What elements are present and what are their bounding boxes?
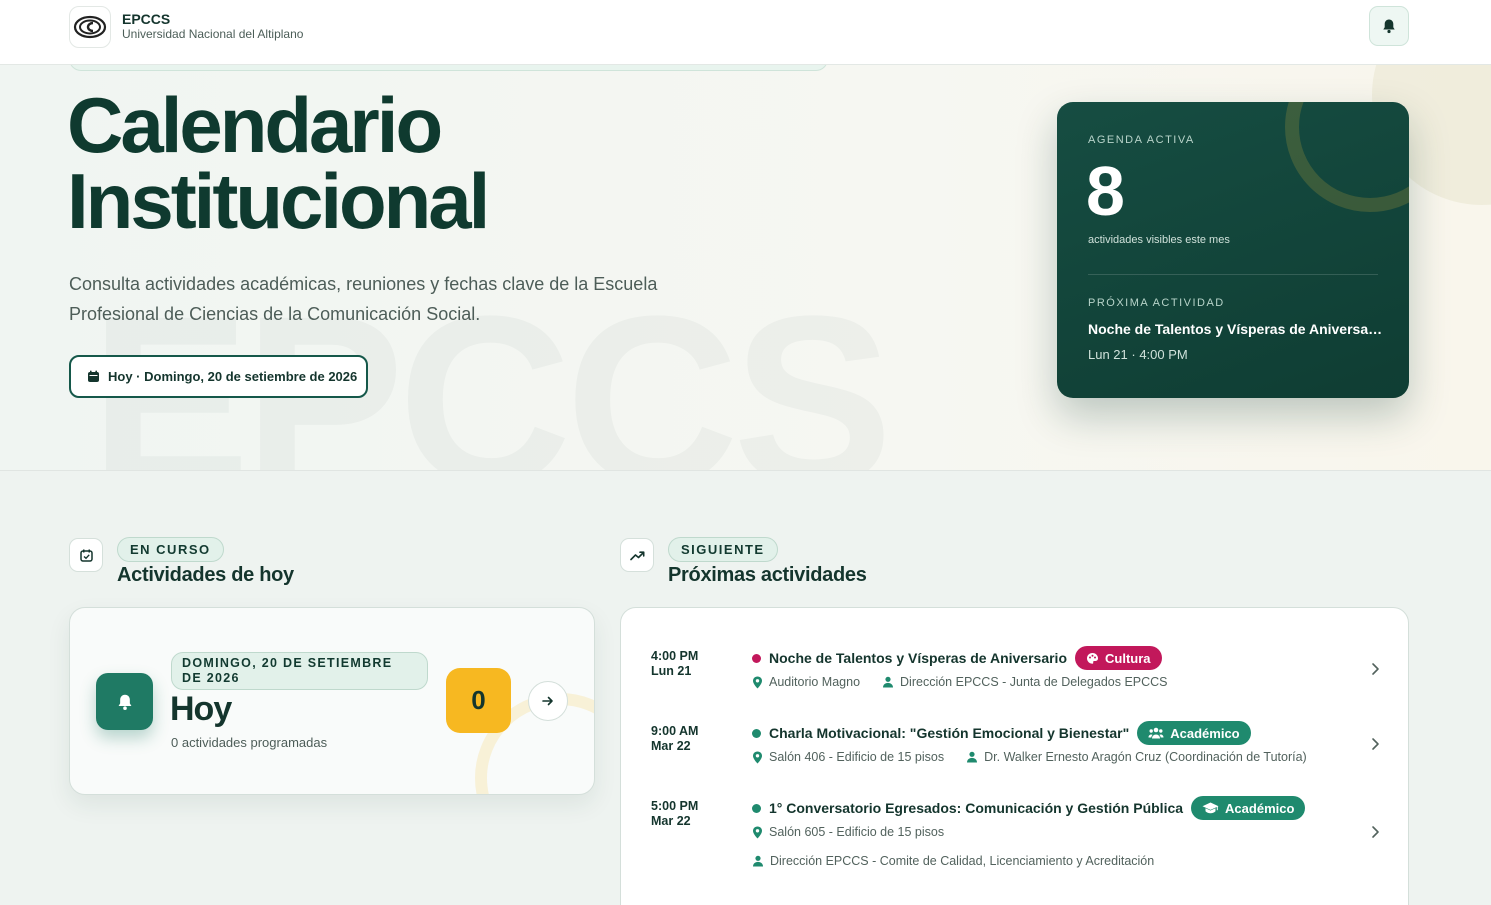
category-tag-label: Académico (1170, 725, 1240, 741)
category-dot (752, 653, 761, 663)
chevron-right-icon (1372, 663, 1379, 675)
hero-strip (69, 65, 828, 71)
graduation-cap-icon (1202, 802, 1219, 814)
category-tag: Académico (1191, 796, 1306, 820)
page-title-line-1: Calendario (67, 81, 443, 169)
agenda-count-caption: actividades visibles este mes (1088, 234, 1230, 246)
event-location: Auditorio Magno (769, 675, 861, 689)
category-tag-label: Académico (1225, 800, 1295, 816)
event-day-value: Mar 22 (651, 739, 691, 753)
event-title-row: 1° Conversatorio Egresados: Comunicación… (752, 796, 1306, 820)
map-pin-icon (753, 826, 762, 838)
list-item[interactable]: 4:00 PM Lun 21 Noche de Talentos y Víspe… (621, 608, 1408, 689)
palette-icon (1087, 652, 1098, 664)
list-item[interactable]: 5:00 PM Mar 22 1° Conversatorio Egresado… (621, 763, 1408, 878)
user-icon (753, 855, 763, 867)
event-organizer: Dirección EPCCS - Junta de Delegados EPC… (900, 675, 1168, 689)
next-pill: SIGUIENTE (668, 537, 778, 562)
bell-icon (96, 673, 153, 730)
event-organizer: Dr. Walker Ernesto Aragón Cruz (Coordina… (984, 750, 1307, 764)
category-tag: Cultura (1075, 646, 1162, 670)
arrow-right-icon (542, 696, 553, 706)
page-description: Consulta actividades académicas, reunion… (69, 274, 658, 324)
event-location: Salón 605 - Edificio de 15 pisos (769, 825, 945, 839)
page-title-line-2: Institucional (67, 157, 490, 245)
map-pin-icon (753, 751, 762, 763)
event-title-row: Charla Motivacional: "Gestión Emocional … (752, 721, 1251, 745)
event-time: 4:00 PM Lun 21 (651, 649, 698, 679)
event-title: 1° Conversatorio Egresados: Comunicación… (769, 800, 1184, 816)
event-meta-organizer: Dirección EPCCS - Comite de Calidad, Lic… (752, 854, 1154, 868)
in-progress-pill: EN CURSO (117, 537, 224, 562)
today-section-title: Actividades de hoy (117, 564, 294, 586)
event-day-value: Mar 22 (651, 814, 691, 828)
brand-title: EPCCS (122, 11, 171, 27)
today-heading: Hoy (170, 690, 232, 728)
bell-icon (1383, 19, 1395, 34)
upcoming-section-title: Próximas actividades (668, 564, 867, 586)
divider (1088, 274, 1378, 275)
page-title: Calendario Institucional (67, 81, 490, 245)
event-time-value: 5:00 PM (651, 799, 699, 813)
event-title-row: Noche de Talentos y Vísperas de Aniversa… (752, 646, 1162, 670)
today-date-badge: DOMINGO, 20 DE SETIEMBRE DE 2026 (171, 652, 428, 690)
category-tag: Académico (1137, 721, 1251, 745)
category-dot (752, 728, 761, 738)
event-time-value: 4:00 PM (651, 649, 699, 663)
event-meta: Auditorio Magno Dirección EPCCS - Junta … (752, 675, 1168, 689)
chevron-right-icon (1372, 738, 1379, 750)
list-item[interactable]: 9:00 AM Mar 22 Charla Motivacional: "Ges… (621, 688, 1408, 764)
top-navbar: EPCCS Universidad Nacional del Altiplano (0, 0, 1491, 65)
event-title: Charla Motivacional: "Gestión Emocional … (769, 725, 1130, 741)
today-activity-count-text: 0 actividades programadas (171, 735, 328, 750)
today-card[interactable]: DOMINGO, 20 DE SETIEMBRE DE 2026 Hoy 0 a… (69, 607, 595, 795)
active-agenda-card[interactable]: AGENDA ACTIVA 8 actividades visibles est… (1057, 102, 1409, 398)
agenda-label: AGENDA ACTIVA (1088, 134, 1195, 146)
event-organizer: Dirección EPCCS - Comite de Calidad, Lic… (770, 854, 1155, 868)
calendar-icon (87, 370, 100, 383)
event-title: Noche de Talentos y Vísperas de Aniversa… (769, 650, 1067, 666)
calendar-check-icon (69, 538, 103, 572)
today-count-badge: 0 (446, 668, 511, 733)
map-pin-icon (753, 676, 762, 688)
user-icon (883, 676, 894, 688)
user-icon (967, 751, 978, 763)
event-meta-location: Salón 605 - Edificio de 15 pisos (752, 825, 944, 839)
today-date-chip[interactable]: Hoy · Domingo, 20 de setiembre de 2026 (69, 355, 368, 398)
arrow-right-button[interactable] (528, 681, 568, 721)
event-meta: Salón 406 - Edificio de 15 pisos Dr. Wal… (752, 750, 1307, 764)
category-tag-label: Cultura (1105, 650, 1151, 666)
next-activity-title: Noche de Talentos y Vísperas de Aniversa… (1088, 321, 1383, 337)
decorative-ring (1285, 102, 1409, 212)
category-dot (752, 803, 761, 813)
upcoming-events-list: 4:00 PM Lun 21 Noche de Talentos y Víspe… (620, 607, 1409, 905)
event-time: 9:00 AM Mar 22 (651, 724, 698, 754)
next-activity-label: PRÓXIMA ACTIVIDAD (1088, 297, 1225, 309)
chevron-right-icon (1372, 826, 1379, 838)
brand-subtitle: Universidad Nacional del Altiplano (122, 27, 304, 41)
agenda-count: 8 (1086, 152, 1125, 230)
hero-section: EPCCS Calendario Institucional Consulta … (0, 65, 1491, 471)
today-date-label: Hoy · Domingo, 20 de setiembre de 2026 (108, 369, 358, 384)
epccs-logo-icon[interactable] (69, 6, 111, 48)
users-icon (1148, 727, 1164, 739)
trending-up-icon (620, 538, 654, 572)
event-day-value: Lun 21 (651, 664, 692, 678)
event-time: 5:00 PM Mar 22 (651, 799, 698, 829)
event-time-value: 9:00 AM (651, 724, 699, 738)
next-activity-time: Lun 21 · 4:00 PM (1088, 347, 1188, 362)
event-location: Salón 406 - Edificio de 15 pisos (769, 750, 945, 764)
notifications-button[interactable] (1369, 6, 1409, 46)
